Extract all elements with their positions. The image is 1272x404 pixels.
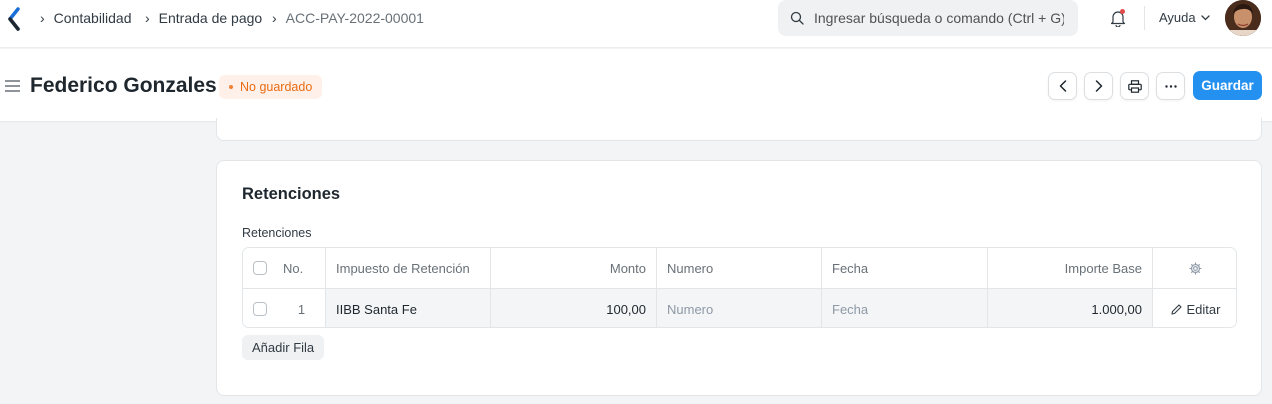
breadcrumb-label: ACC-PAY-2022-00001 bbox=[285, 10, 424, 26]
more-options-button[interactable] bbox=[1156, 72, 1185, 100]
breadcrumb-document[interactable]: › ACC-PAY-2022-00001 bbox=[272, 10, 424, 26]
navbar: › Contabilidad › Entrada de pago › ACC-P… bbox=[0, 0, 1272, 48]
page-header: Federico Gonzales No guardado Guardar bbox=[0, 49, 1272, 121]
row-checkbox[interactable] bbox=[253, 302, 267, 316]
status-badge-label: No guardado bbox=[240, 80, 313, 94]
user-avatar[interactable] bbox=[1225, 0, 1261, 36]
importe-base-cell[interactable]: 1.000,00 bbox=[988, 289, 1153, 327]
table-header-row: No. Impuesto de Retención Monto Numero F… bbox=[243, 248, 1236, 288]
chevron-left-icon bbox=[1059, 80, 1066, 92]
edit-row-button[interactable]: Editar bbox=[1170, 301, 1221, 317]
previous-section-card bbox=[216, 118, 1262, 141]
search-icon bbox=[790, 11, 804, 25]
breadcrumb-entrada-de-pago[interactable]: › Entrada de pago bbox=[145, 10, 262, 26]
select-all-cell bbox=[243, 248, 278, 288]
column-header-no: No. bbox=[278, 248, 326, 288]
page-title: Federico Gonzales bbox=[30, 74, 217, 97]
previous-doc-button[interactable] bbox=[1048, 72, 1077, 100]
app-logo-icon[interactable] bbox=[6, 7, 22, 31]
table-field-label: Retenciones bbox=[242, 226, 312, 240]
row-number: 1 bbox=[278, 289, 326, 327]
chevron-right-icon: › bbox=[40, 10, 45, 26]
search-bar[interactable] bbox=[778, 0, 1078, 36]
ellipsis-icon bbox=[1164, 84, 1177, 88]
status-badge: No guardado bbox=[219, 75, 323, 99]
chevron-right-icon: › bbox=[272, 10, 277, 26]
numero-cell[interactable]: Numero bbox=[657, 289, 822, 327]
breadcrumb-label: Entrada de pago bbox=[158, 10, 263, 26]
column-header-numero: Numero bbox=[657, 248, 822, 288]
print-button[interactable] bbox=[1120, 72, 1149, 100]
column-header-impuesto: Impuesto de Retención bbox=[326, 248, 491, 288]
edit-label: Editar bbox=[1186, 301, 1221, 317]
column-header-fecha: Fecha bbox=[822, 248, 988, 288]
edit-row-cell[interactable]: Editar bbox=[1153, 289, 1236, 327]
notification-dot bbox=[1120, 9, 1125, 14]
table-row[interactable]: 1 IIBB Santa Fe 100,00 Numero Fecha 1.00… bbox=[243, 288, 1236, 327]
column-settings-cell[interactable] bbox=[1153, 248, 1236, 288]
column-header-monto: Monto bbox=[491, 248, 657, 288]
impuesto-cell[interactable]: IIBB Santa Fe bbox=[326, 289, 491, 327]
monto-cell[interactable]: 100,00 bbox=[491, 289, 657, 327]
help-dropdown[interactable]: Ayuda bbox=[1159, 10, 1210, 25]
chevron-down-icon bbox=[1200, 14, 1210, 20]
column-header-importe-base: Importe Base bbox=[988, 248, 1153, 288]
help-label: Ayuda bbox=[1159, 10, 1196, 25]
pencil-icon bbox=[1170, 303, 1182, 315]
next-doc-button[interactable] bbox=[1084, 72, 1113, 100]
retenciones-section: Retenciones Retenciones No. Impuesto de … bbox=[216, 160, 1262, 396]
search-input[interactable] bbox=[814, 0, 1064, 36]
printer-icon bbox=[1127, 79, 1142, 93]
gear-icon[interactable] bbox=[1189, 261, 1202, 275]
fecha-cell[interactable]: Fecha bbox=[822, 289, 988, 327]
row-select-cell bbox=[243, 289, 278, 327]
status-dot bbox=[229, 85, 233, 89]
chevron-right-icon: › bbox=[145, 10, 150, 26]
add-row-button[interactable]: Añadir Fila bbox=[242, 335, 325, 360]
chevron-right-icon bbox=[1095, 80, 1102, 92]
breadcrumb-contabilidad[interactable]: › Contabilidad bbox=[40, 10, 132, 26]
avatar-image bbox=[1225, 0, 1261, 36]
retenciones-table: No. Impuesto de Retención Monto Numero F… bbox=[242, 247, 1237, 328]
divider bbox=[1144, 6, 1145, 30]
section-title: Retenciones bbox=[242, 185, 341, 203]
sidebar-toggle-icon[interactable] bbox=[5, 80, 20, 92]
save-button[interactable]: Guardar bbox=[1193, 71, 1262, 100]
select-all-checkbox[interactable] bbox=[253, 261, 267, 275]
breadcrumb-label: Contabilidad bbox=[53, 10, 132, 26]
